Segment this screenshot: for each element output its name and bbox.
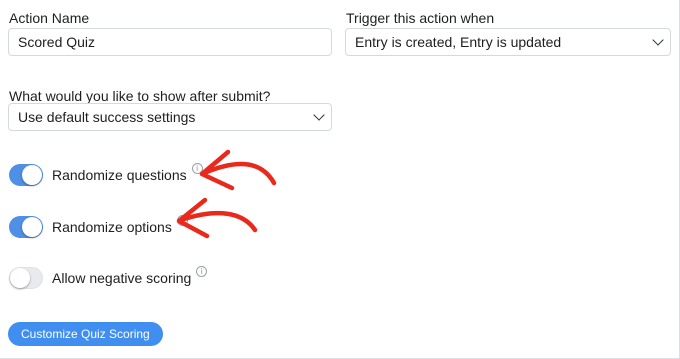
trigger-label: Trigger this action when	[346, 10, 495, 26]
randomize-options-label: Randomize options	[52, 219, 172, 235]
toggle-knob	[22, 165, 42, 185]
chevron-down-icon	[652, 34, 664, 46]
randomize-questions-row: Randomize questions i	[9, 162, 203, 186]
info-circle-icon[interactable]: i	[176, 214, 188, 226]
toggle-knob	[10, 268, 30, 288]
action-name-input[interactable]: Scored Quiz	[8, 28, 332, 56]
after-submit-select[interactable]: Use default success settings	[8, 103, 332, 131]
annotation-arrow-icon	[199, 149, 277, 191]
customize-quiz-scoring-button[interactable]: Customize Quiz Scoring	[8, 322, 163, 346]
randomize-options-row: Randomize options i	[9, 214, 188, 238]
chevron-down-icon	[313, 109, 325, 121]
trigger-select-value: Entry is created, Entry is updated	[355, 34, 562, 50]
negative-scoring-row: Allow negative scoring i	[9, 265, 208, 289]
randomize-questions-label: Randomize questions	[52, 167, 187, 183]
form-panel: Action Name Scored Quiz Trigger this act…	[0, 0, 680, 359]
action-name-label: Action Name	[9, 10, 90, 26]
negative-scoring-toggle[interactable]	[9, 267, 43, 289]
randomize-options-toggle[interactable]	[9, 216, 43, 238]
randomize-questions-toggle[interactable]	[9, 164, 43, 186]
after-submit-select-value: Use default success settings	[18, 109, 196, 125]
toggle-knob	[22, 217, 42, 237]
trigger-select[interactable]: Entry is created, Entry is updated	[345, 28, 671, 56]
negative-scoring-label: Allow negative scoring	[52, 270, 192, 286]
info-circle-icon[interactable]: i	[196, 265, 208, 277]
after-submit-label: What would you like to show after submit…	[9, 88, 271, 104]
info-circle-icon[interactable]: i	[191, 162, 203, 174]
